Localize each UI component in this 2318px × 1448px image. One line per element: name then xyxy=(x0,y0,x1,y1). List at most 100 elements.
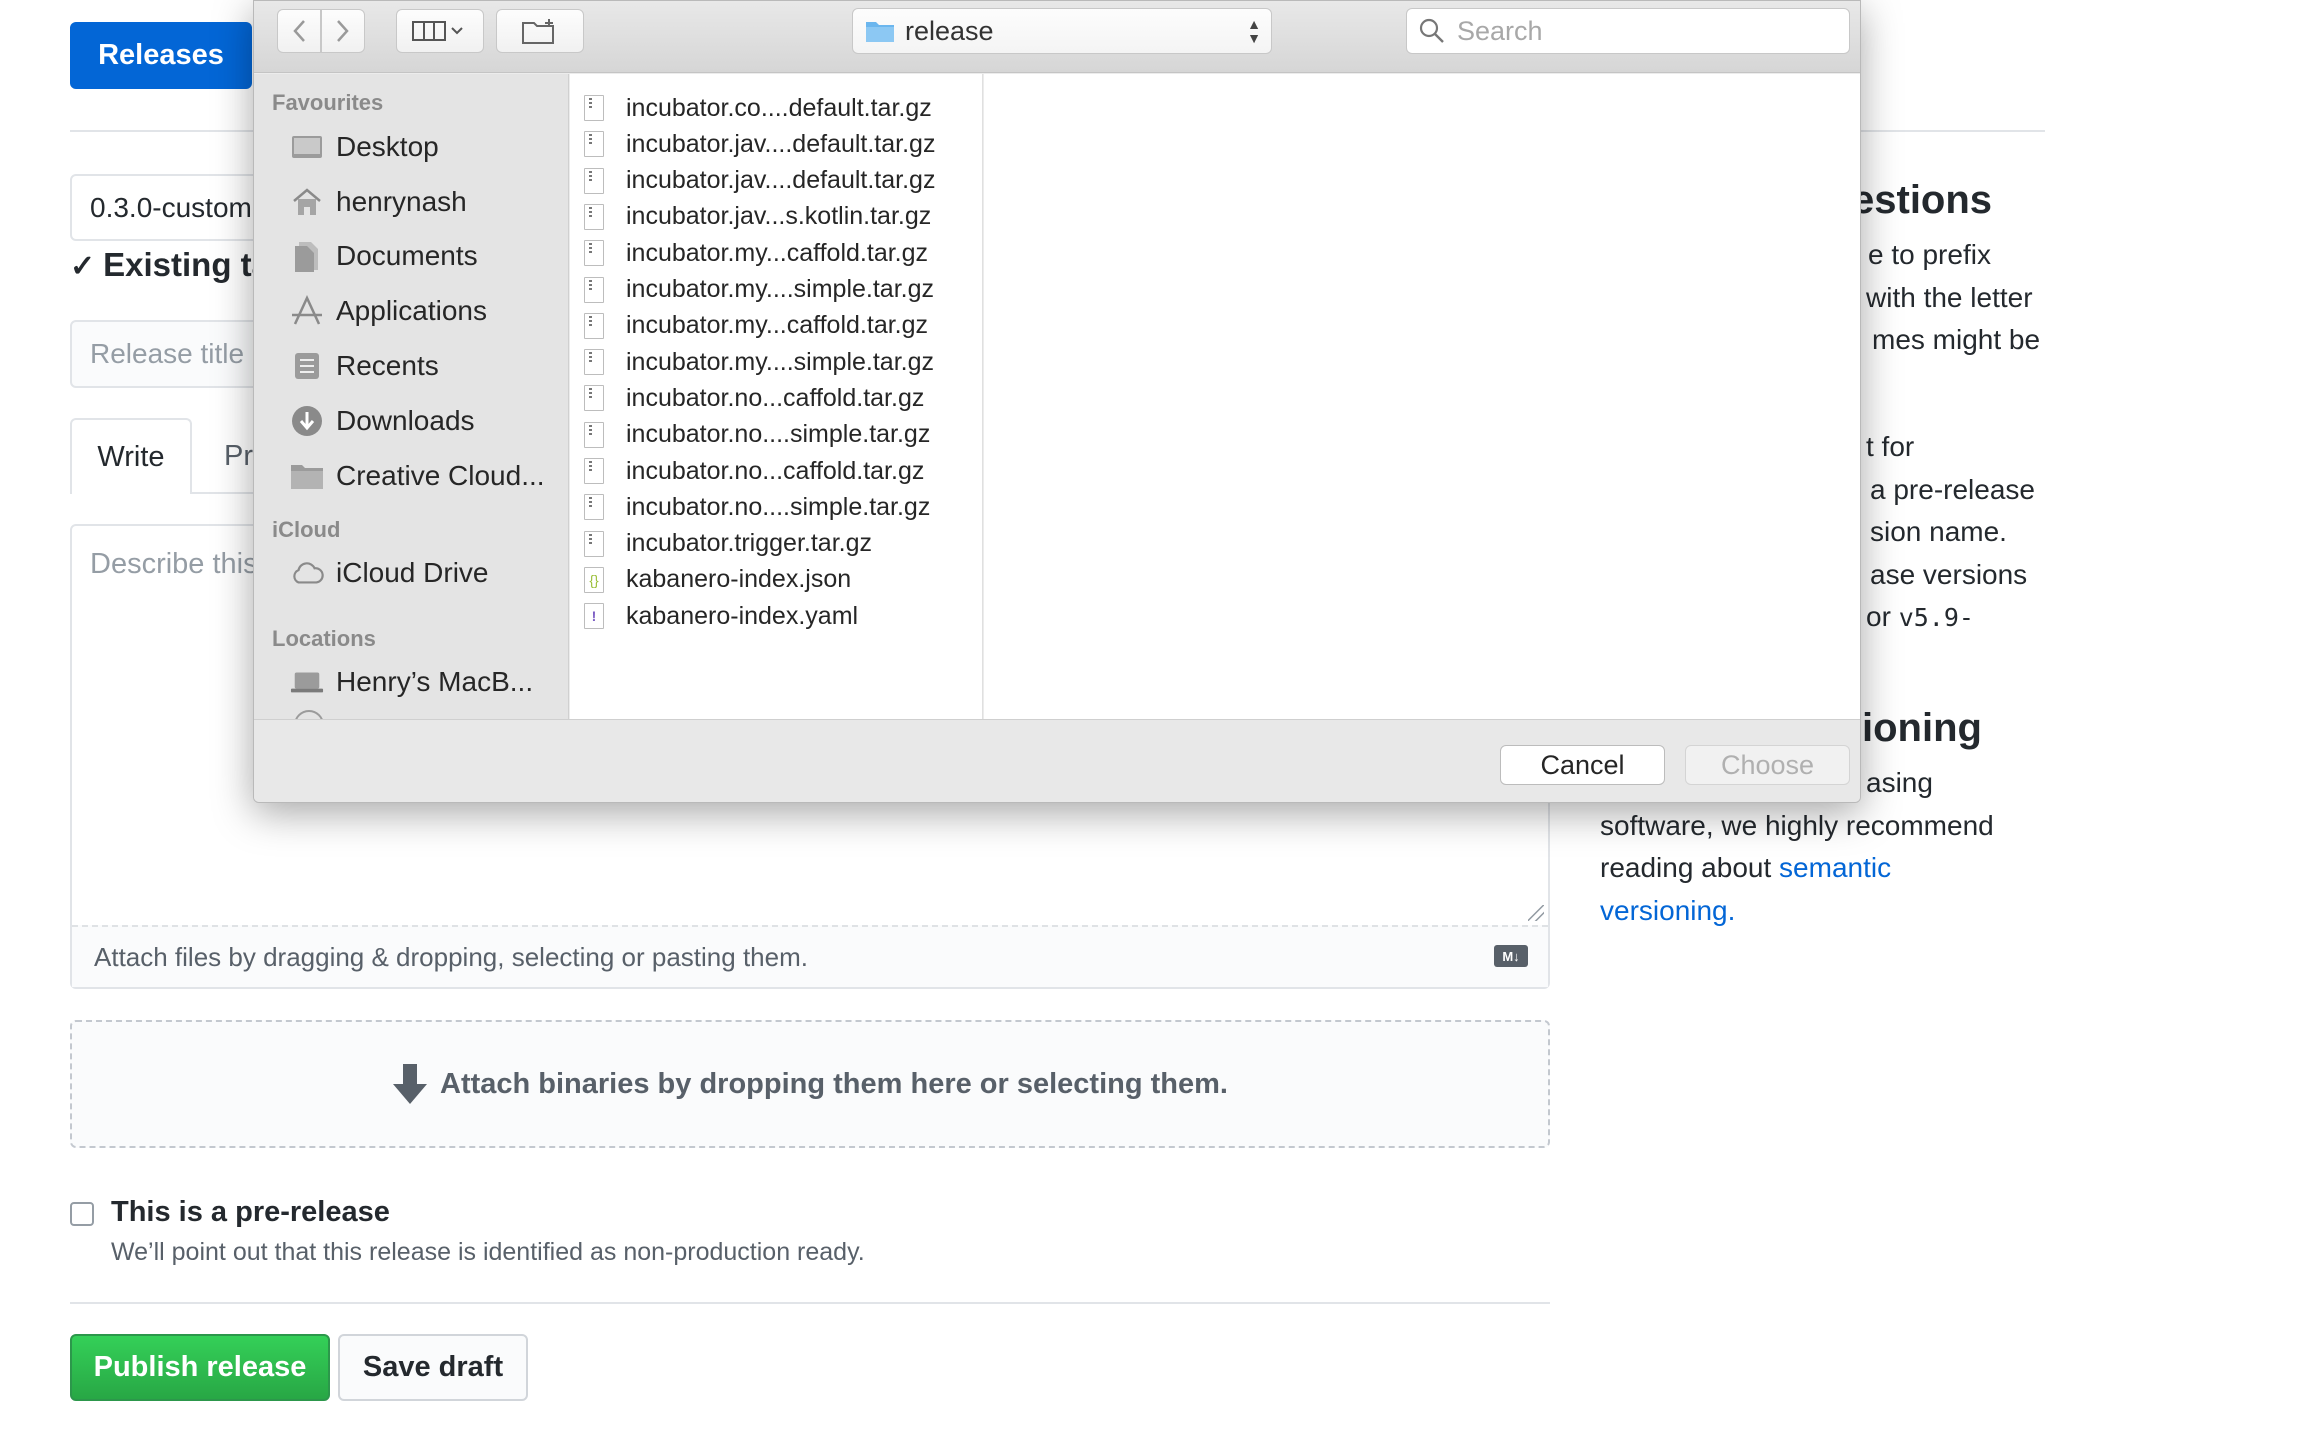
version-example-code: v5.9- xyxy=(1898,603,1974,632)
file-row[interactable]: incubator.my...caffold.tar.gz xyxy=(584,308,928,344)
back-button[interactable] xyxy=(277,9,321,53)
location-popup[interactable]: release ▲ ▼ xyxy=(852,8,1272,54)
editor-placeholder: Describe this xyxy=(90,548,258,580)
releases-button[interactable]: Releases xyxy=(70,22,252,89)
archive-file-icon xyxy=(584,530,604,557)
yaml-file-icon: ! xyxy=(584,603,604,630)
file-row[interactable]: incubator.my...caffold.tar.gz xyxy=(584,235,928,271)
sidebar-text-line: t for xyxy=(1866,431,1915,462)
sidebar-text-line: software, we highly recommend xyxy=(1600,810,1994,841)
archive-file-icon xyxy=(584,312,604,339)
file-row[interactable]: incubator.jav....default.tar.gz xyxy=(584,126,935,162)
file-row[interactable]: incubator.no...caffold.tar.gz xyxy=(584,380,924,416)
file-row[interactable]: ! kabanero-index.yaml xyxy=(584,598,858,634)
file-row[interactable]: incubator.trigger.tar.gz xyxy=(584,526,872,562)
file-name: incubator.my...caffold.tar.gz xyxy=(626,311,929,340)
semantic-versioning-heading: ioning xyxy=(1862,706,1982,750)
prerelease-title[interactable]: This is a pre-release xyxy=(111,1196,390,1229)
chevron-right-icon xyxy=(337,20,349,42)
choose-button[interactable]: Choose xyxy=(1685,745,1850,785)
file-name: incubator.my...caffold.tar.gz xyxy=(626,238,929,267)
sidebar-text-prefix: reading about xyxy=(1600,852,1780,883)
file-row[interactable]: incubator.no....simple.tar.gz xyxy=(584,417,930,453)
binaries-dropzone[interactable]: Attach binaries by dropping them here or… xyxy=(70,1020,1550,1148)
desktop-icon xyxy=(290,132,324,162)
sidebar-item-icloud-drive[interactable]: iCloud Drive xyxy=(290,553,489,593)
view-mode-button[interactable] xyxy=(396,9,484,53)
sidebar-item-desktop[interactable]: Desktop xyxy=(290,127,439,167)
file-name: incubator.my....simple.tar.gz xyxy=(626,275,934,303)
file-name: incubator.no....simple.tar.gz xyxy=(626,492,931,521)
file-row[interactable]: incubator.co....default.tar.gz xyxy=(584,90,932,126)
file-row[interactable]: incubator.my....simple.tar.gz xyxy=(584,272,934,308)
home-icon xyxy=(290,187,324,217)
file-name: incubator.jav...s.kotlin.tar.gz xyxy=(626,202,932,231)
file-row[interactable]: incubator.no....simple.tar.gz xyxy=(584,489,930,525)
archive-file-icon xyxy=(584,458,604,484)
dialog-sidebar: Favourites Desktop henrynash Documents A… xyxy=(254,74,569,719)
sidebar-item-documents[interactable]: Documents xyxy=(290,236,478,276)
file-name: incubator.jav....default.tar.gz xyxy=(626,129,936,158)
file-open-dialog[interactable]: release ▲▼ Favourites Desktop henrynash … xyxy=(253,0,1861,803)
sidebar-text-line: with the letter xyxy=(1866,282,2033,313)
network-icon xyxy=(294,710,324,719)
tab-write[interactable]: Write xyxy=(70,418,192,494)
sidebar-item-downloads[interactable]: Downloads xyxy=(290,401,475,441)
forward-button[interactable] xyxy=(321,9,365,53)
preview-column xyxy=(984,74,1860,719)
prerelease-checkbox[interactable] xyxy=(70,1202,94,1226)
existing-tag-label: ✓ Existing ta xyxy=(70,246,270,284)
check-icon: ✓ xyxy=(70,250,96,283)
tag-version-input[interactable]: 0.3.0-custom xyxy=(70,174,280,241)
dialog-footer: Cancel Choose xyxy=(254,719,1860,802)
sidebar-item-label: Desktop xyxy=(336,131,439,162)
popup-arrows-icon: ▲ ▼ xyxy=(1247,16,1261,46)
sidebar-item-macbook[interactable]: Henry’s MacB... xyxy=(290,662,533,702)
tagging-suggestions-heading: estions xyxy=(1852,178,1993,222)
markdown-icon[interactable]: M↓ xyxy=(1494,945,1528,967)
sidebar-item-applications[interactable]: Applications xyxy=(290,291,487,331)
file-row[interactable]: {} kabanero-index.json xyxy=(584,562,851,598)
sidebar-item-label: Recents xyxy=(336,350,439,381)
file-row[interactable]: incubator.jav....default.tar.gz xyxy=(584,163,935,199)
tab-preview[interactable]: Pr xyxy=(224,440,253,473)
save-draft-button[interactable]: Save draft xyxy=(338,1334,528,1401)
archive-file-icon xyxy=(584,167,604,194)
search-icon xyxy=(1419,18,1444,43)
search-input[interactable] xyxy=(1455,14,1835,48)
file-name: kabanero-index.yaml xyxy=(626,601,859,630)
file-row[interactable]: incubator.my....simple.tar.gz xyxy=(584,344,934,380)
file-name: incubator.jav....default.tar.gz xyxy=(626,166,936,195)
new-folder-icon xyxy=(522,19,554,44)
sidebar-item-home[interactable]: henrynash xyxy=(290,182,467,222)
chevron-left-icon xyxy=(293,20,305,42)
sidebar-item-recents[interactable]: Recents xyxy=(290,346,439,386)
new-folder-button[interactable] xyxy=(496,9,584,53)
recents-icon xyxy=(290,351,324,381)
sidebar-item-label: henrynash xyxy=(336,186,467,217)
sidebar-item-creative-cloud[interactable]: Creative Cloud... xyxy=(290,456,545,496)
sidebar-text-line: asing xyxy=(1866,767,1933,798)
archive-file-icon xyxy=(584,494,604,521)
attach-files-bar[interactable]: Attach files by dragging & dropping, sel… xyxy=(72,925,1548,987)
cancel-button[interactable]: Cancel xyxy=(1500,745,1665,785)
sidebar-section-icloud: iCloud xyxy=(272,517,341,542)
file-row[interactable]: incubator.jav...s.kotlin.tar.gz xyxy=(584,199,931,235)
resize-handle[interactable] xyxy=(1528,905,1544,921)
sidebar-text-line: sion name. xyxy=(1870,516,2007,547)
search-field[interactable] xyxy=(1406,8,1850,54)
file-name: incubator.no....simple.tar.gz xyxy=(626,420,931,449)
file-row[interactable]: incubator.no...caffold.tar.gz xyxy=(584,453,924,489)
divider xyxy=(70,1302,1550,1304)
folder-icon xyxy=(866,22,894,42)
publish-release-button[interactable]: Publish release xyxy=(70,1334,330,1401)
json-file-icon: {} xyxy=(584,566,604,593)
sidebar-item-label: Applications xyxy=(336,295,487,326)
semantic-versioning-link[interactable]: semantic xyxy=(1779,852,1891,883)
semantic-versioning-link-cont[interactable]: versioning. xyxy=(1600,890,1735,932)
document-icon xyxy=(290,241,324,272)
sidebar-text-line: e to prefix xyxy=(1868,239,1991,270)
release-title-input[interactable]: Release title xyxy=(70,320,280,388)
sidebar-item-label: Henry’s MacB... xyxy=(336,666,534,697)
file-list[interactable]: incubator.co....default.tar.gz incubator.… xyxy=(570,74,983,719)
